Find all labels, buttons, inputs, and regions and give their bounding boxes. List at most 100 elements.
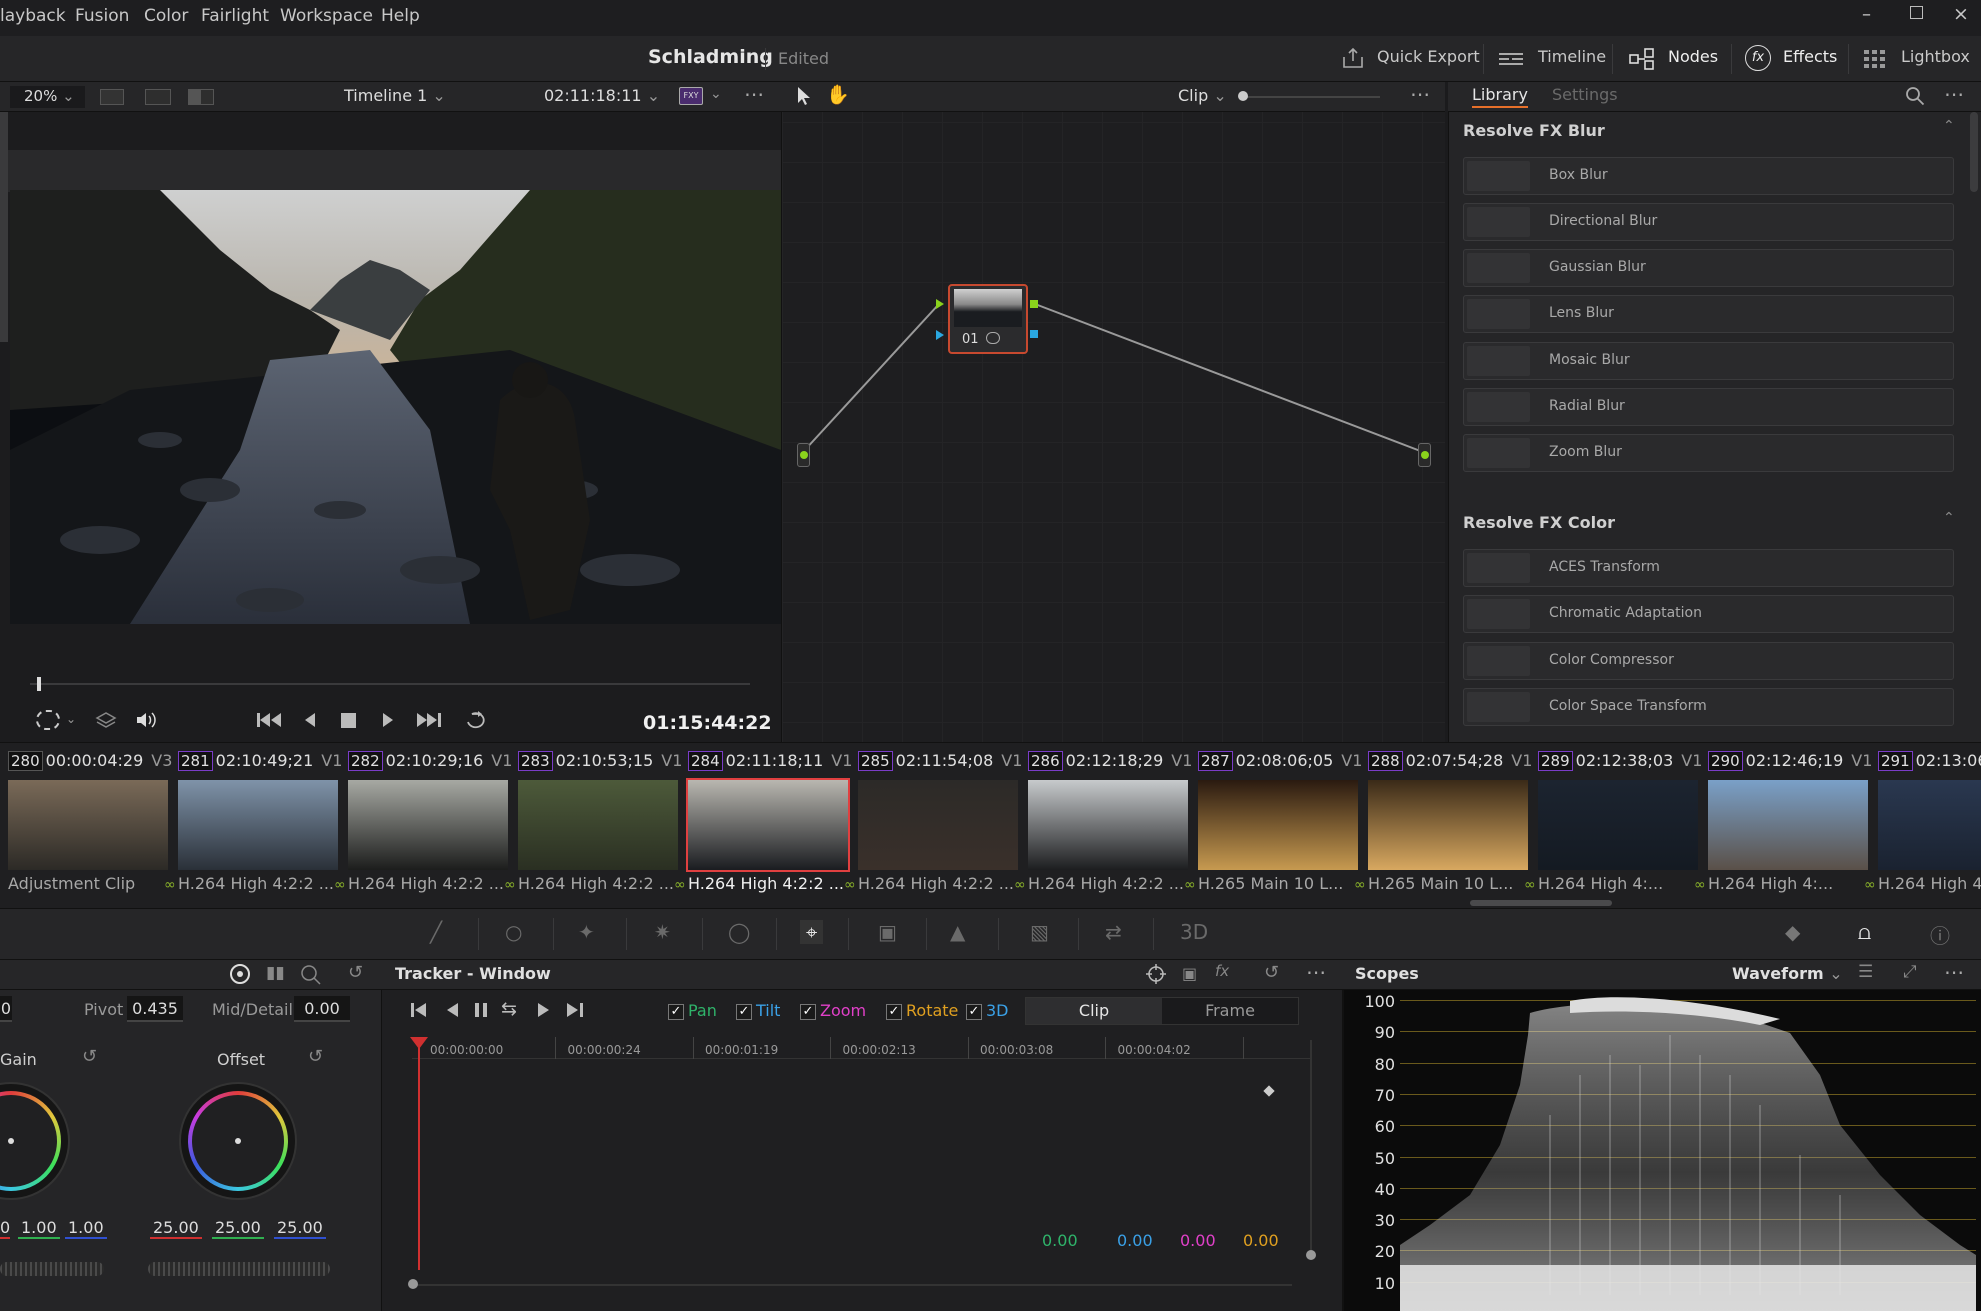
- track-pan-checkbox[interactable]: ✓ Pan: [668, 1001, 717, 1020]
- viewer-scrollbar[interactable]: [0, 112, 8, 342]
- nodes-button[interactable]: Nodes: [1668, 47, 1718, 66]
- more-icon[interactable]: ⋯: [1944, 82, 1964, 106]
- single-viewer-icon[interactable]: [100, 89, 124, 105]
- tab-settings[interactable]: Settings: [1552, 85, 1618, 104]
- node-output[interactable]: [1418, 443, 1431, 467]
- sizing-icon[interactable]: ⇄: [1105, 920, 1122, 944]
- go-to-start-icon[interactable]: [256, 711, 282, 729]
- keyframe-icon[interactable]: ◆: [1785, 920, 1800, 944]
- pause-icon[interactable]: [473, 1001, 489, 1019]
- rgb-output-icon[interactable]: [1030, 300, 1038, 308]
- offset-master-wheel[interactable]: [148, 1262, 330, 1276]
- clip-thumbnail[interactable]: 289 02:12:38;03 V1 H.264 High 4:...: [1538, 743, 1708, 903]
- maximize-icon[interactable]: [1910, 6, 1923, 19]
- clip-thumbnail[interactable]: 284 02:11:18;11 V1 H.264 High 4:2:2 ...: [686, 743, 858, 903]
- gain-value[interactable]: 1.00: [18, 1218, 60, 1239]
- more-icon[interactable]: ⋯: [1944, 960, 1964, 984]
- fx-item-mosaic-blur[interactable]: Mosaic Blur: [1463, 342, 1954, 380]
- fx-item-directional-blur[interactable]: Directional Blur: [1463, 203, 1954, 241]
- clip-thumbnail[interactable]: 29102:13:06; H.264 High 4:: [1878, 743, 1981, 903]
- viewer-options-icon[interactable]: FXY: [679, 87, 703, 105]
- tracker-icon[interactable]: ⌖: [800, 920, 824, 944]
- gallery-icon[interactable]: [145, 89, 171, 105]
- more-icon[interactable]: ⋯: [1306, 960, 1326, 984]
- reverse-icon[interactable]: [303, 711, 317, 729]
- tracker-playhead[interactable]: [418, 1038, 420, 1270]
- clip-thumbnail[interactable]: 282 02:10:29;16 V1 H.264 High 4:2:2 ...: [348, 743, 518, 903]
- fx-item-color-space-transform[interactable]: Color Space Transform: [1463, 688, 1954, 726]
- effects-button[interactable]: Effects: [1783, 47, 1837, 66]
- info-icon[interactable]: ⓘ: [1930, 920, 1950, 949]
- fx-item-aces-transform[interactable]: ACES Transform: [1463, 549, 1954, 587]
- more-icon[interactable]: ⋯: [744, 82, 765, 106]
- clip-thumbnail[interactable]: 285 02:11:54;08 V1 H.264 High 4:2:2 ...: [858, 743, 1028, 903]
- gain-reset-icon[interactable]: ↺: [82, 1046, 97, 1067]
- track-reverse-icon[interactable]: [444, 1001, 460, 1019]
- pivot-field[interactable]: 0.435: [127, 996, 183, 1022]
- node-mode-select[interactable]: Clip ⌄: [1178, 86, 1227, 105]
- menu-color[interactable]: Color: [144, 6, 188, 26]
- chevron-down-icon[interactable]: ⌄: [66, 712, 76, 726]
- fx-tracker-icon[interactable]: fx: [1215, 962, 1229, 980]
- track-forward-end-icon[interactable]: [565, 1001, 585, 1019]
- tracker-mode-frame[interactable]: Frame: [1162, 998, 1298, 1024]
- volume-icon[interactable]: [134, 710, 158, 730]
- quick-export-button[interactable]: Quick Export: [1377, 47, 1480, 66]
- color-bars-icon[interactable]: ▮▮: [266, 963, 285, 983]
- color-warper-icon[interactable]: ✦: [578, 920, 595, 944]
- loop-region-icon[interactable]: [36, 710, 60, 730]
- menu-playback[interactable]: layback: [0, 6, 66, 26]
- clip-thumbnail[interactable]: 280 00:00:04:29 V3 Adjustment Clip: [8, 743, 178, 903]
- more-icon[interactable]: ⋯: [1410, 82, 1430, 106]
- left-value[interactable]: 0: [0, 996, 12, 1022]
- effects-icon[interactable]: fx: [1745, 45, 1771, 71]
- menu-fusion[interactable]: Fusion: [75, 6, 129, 26]
- group-title-color[interactable]: Resolve FX Color: [1463, 513, 1615, 532]
- menu-help[interactable]: Help: [381, 6, 420, 26]
- tab-library[interactable]: Library: [1472, 85, 1528, 108]
- source-input[interactable]: [797, 443, 810, 467]
- split-wipe-icon[interactable]: [188, 89, 214, 105]
- key-icon[interactable]: ▧: [1030, 920, 1049, 944]
- offset-value[interactable]: 25.00: [150, 1218, 202, 1239]
- timeline-button[interactable]: Timeline: [1538, 47, 1606, 66]
- rgb-input-icon[interactable]: [936, 299, 944, 309]
- viewer-image[interactable]: [10, 190, 781, 624]
- clip-thumbnail[interactable]: 283 02:10:53;15 V1 H.264 High 4:2:2 ...: [518, 743, 688, 903]
- collapse-icon[interactable]: ⌃: [1943, 118, 1955, 134]
- collapse-icon[interactable]: ⌃: [1943, 510, 1955, 526]
- track-forward-icon[interactable]: [536, 1001, 552, 1019]
- quick-export-icon[interactable]: [1341, 47, 1365, 69]
- gain-value[interactable]: 0: [0, 1218, 10, 1239]
- menu-fairlight[interactable]: Fairlight: [201, 6, 269, 26]
- clip-thumbnail[interactable]: 288 02:07:54;28 V1 H.265 Main 10 L...: [1368, 743, 1538, 903]
- key-input-icon[interactable]: [936, 330, 944, 340]
- fx-item-lens-blur[interactable]: Lens Blur: [1463, 295, 1954, 333]
- fx-item-color-compressor[interactable]: Color Compressor: [1463, 642, 1954, 680]
- scrubber-track[interactable]: [30, 683, 750, 685]
- zoom-select[interactable]: 20% ⌄: [10, 86, 85, 108]
- menu-workspace[interactable]: Workspace: [280, 6, 373, 26]
- offset-reset-icon[interactable]: ↺: [308, 1046, 323, 1067]
- timecode-display[interactable]: 02:11:18:11 ⌄: [544, 86, 660, 105]
- effects-scrollbar[interactable]: [1970, 112, 1978, 192]
- window-icon[interactable]: ◯: [728, 920, 750, 944]
- track-rotate-checkbox[interactable]: ✓ Rotate: [886, 1001, 958, 1020]
- fx-item-gaussian-blur[interactable]: Gaussian Blur: [1463, 249, 1954, 287]
- lightbox-button[interactable]: Lightbox: [1901, 47, 1970, 66]
- play-icon[interactable]: [381, 711, 395, 729]
- go-to-end-icon[interactable]: [416, 711, 442, 729]
- stop-icon[interactable]: [341, 713, 356, 728]
- clip-strip-scrollbar[interactable]: [1470, 900, 1612, 906]
- track-reverse-start-icon[interactable]: [410, 1001, 430, 1019]
- close-icon[interactable]: ×: [1953, 3, 1969, 25]
- nodes-icon[interactable]: [1629, 48, 1655, 70]
- 3d-icon[interactable]: 3D: [1180, 920, 1208, 944]
- reset-icon[interactable]: ↺: [1264, 962, 1279, 983]
- hand-icon[interactable]: ✋: [826, 83, 850, 106]
- group-title-blur[interactable]: Resolve FX Blur: [1463, 121, 1605, 140]
- track-3d-checkbox[interactable]: ✓ 3D: [966, 1001, 1009, 1020]
- expand-icon[interactable]: ⤢: [1903, 962, 1917, 982]
- node-01[interactable]: 01: [948, 284, 1028, 354]
- hsl-icon[interactable]: ○: [505, 920, 522, 944]
